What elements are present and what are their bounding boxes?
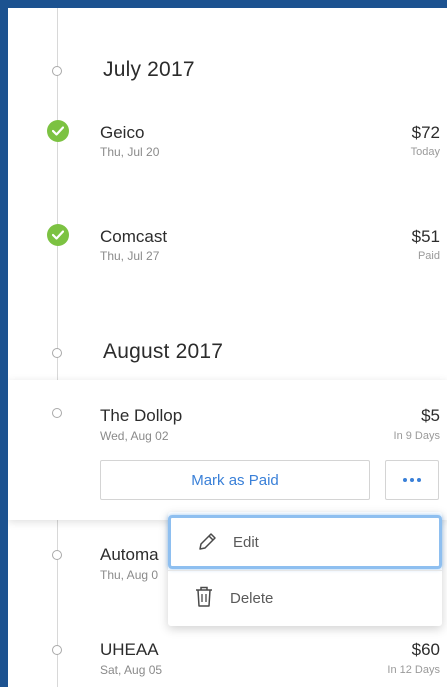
bill-date: Thu, Jul 27: [100, 249, 160, 263]
bill-date: Wed, Aug 02: [100, 429, 169, 443]
timeline-node: [52, 645, 62, 655]
bill-name: UHEAA: [100, 640, 159, 659]
bills-timeline-panel: July 2017 Geico Thu, Jul 20 $72 Today Co…: [8, 8, 447, 687]
pencil-icon: [197, 531, 217, 553]
ellipsis-dot: [410, 478, 414, 482]
bill-name: The Dollop: [100, 406, 183, 425]
bill-amount: $5: [421, 406, 440, 425]
menu-item-label: Delete: [230, 589, 274, 607]
timeline-node: [52, 408, 62, 418]
bill-status: In 9 Days: [393, 430, 440, 442]
more-options-button[interactable]: [385, 460, 439, 500]
bill-status: Today: [410, 146, 440, 158]
trash-icon: [194, 586, 214, 608]
bill-status: In 12 Days: [387, 664, 440, 676]
ellipsis-icon: [403, 478, 407, 482]
context-menu: Edit Delete: [168, 512, 442, 626]
month-header: July 2017: [103, 58, 195, 81]
month-header: August 2017: [103, 340, 224, 363]
bill-name: Geico: [100, 123, 145, 142]
timeline-node: [52, 66, 62, 76]
bill-amount: $60: [411, 640, 440, 659]
paid-check-icon: [47, 224, 69, 246]
timeline-node: [52, 348, 62, 358]
bill-date: Thu, Jul 20: [100, 145, 160, 159]
ellipsis-dot: [417, 478, 421, 482]
menu-item-edit[interactable]: Edit: [168, 515, 442, 569]
bill-date: Thu, Aug 0: [100, 568, 159, 582]
bill-amount: $51: [411, 227, 440, 246]
paid-check-icon: [47, 120, 69, 142]
bill-name: Comcast: [100, 227, 168, 246]
menu-item-delete[interactable]: Delete: [168, 571, 442, 625]
mark-as-paid-button[interactable]: Mark as Paid: [100, 460, 370, 500]
bill-name: Automa: [100, 545, 159, 564]
bill-status: Paid: [417, 250, 440, 262]
bill-amount: $72: [411, 123, 440, 142]
menu-item-label: Edit: [233, 533, 259, 551]
timeline-node: [52, 550, 62, 560]
bill-date: Sat, Aug 05: [100, 663, 163, 677]
